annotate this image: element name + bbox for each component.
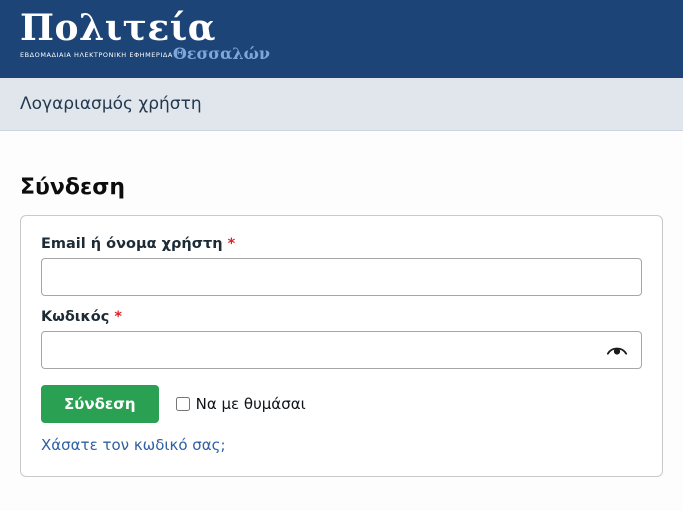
logo-region: Θεσσαλών: [173, 46, 270, 62]
remember-me-label: Να με θυμάσαι: [196, 395, 306, 413]
site-header: Πολιτεία ΕΒΔΟΜΑΔΙΑΙΑ ΗΛΕΚΤΡΟΝΙΚΗ ΕΦΗΜΕΡΙ…: [0, 0, 683, 78]
login-heading: Σύνδεση: [20, 175, 663, 200]
page-title-bar: Λογαριασμός χρήστη: [0, 78, 683, 131]
form-actions: Σύνδεση Να με θυμάσαι: [41, 385, 642, 423]
main-content: Σύνδεση Email ή όνομα χρήστη * Κωδικός *…: [0, 175, 683, 477]
password-label-text: Κωδικός: [41, 309, 109, 325]
remember-me[interactable]: Να με θυμάσαι: [176, 395, 306, 413]
logo-tagline: ΕΒΔΟΜΑΔΙΑΙΑ ΗΛΕΚΤΡΟΝΙΚΗ ΕΦΗΜΕΡΙΔΑ: [20, 51, 173, 62]
forgot-password-link[interactable]: Χάσατε τον κωδικό σας;: [41, 436, 226, 454]
email-input[interactable]: [41, 258, 642, 296]
password-label: Κωδικός *: [41, 309, 642, 325]
required-marker: *: [114, 309, 122, 325]
site-logo[interactable]: Πολιτεία ΕΒΔΟΜΑΔΙΑΙΑ ΗΛΕΚΤΡΟΝΙΚΗ ΕΦΗΜΕΡΙ…: [20, 6, 226, 62]
password-input[interactable]: [41, 331, 642, 369]
email-label: Email ή όνομα χρήστη *: [41, 236, 642, 252]
login-form: Email ή όνομα χρήστη * Κωδικός * Σύνδεση…: [20, 215, 663, 477]
email-label-text: Email ή όνομα χρήστη: [41, 236, 223, 252]
email-field-group: Email ή όνομα χρήστη *: [41, 236, 642, 296]
show-password-button[interactable]: [602, 340, 632, 361]
required-marker: *: [228, 236, 236, 252]
login-submit-button[interactable]: Σύνδεση: [41, 385, 159, 423]
password-field-group: Κωδικός *: [41, 309, 642, 369]
page-title: Λογαριασμός χρήστη: [20, 94, 202, 114]
remember-me-checkbox[interactable]: [176, 397, 190, 411]
password-input-wrap: [41, 331, 642, 369]
eye-icon: [606, 344, 628, 357]
